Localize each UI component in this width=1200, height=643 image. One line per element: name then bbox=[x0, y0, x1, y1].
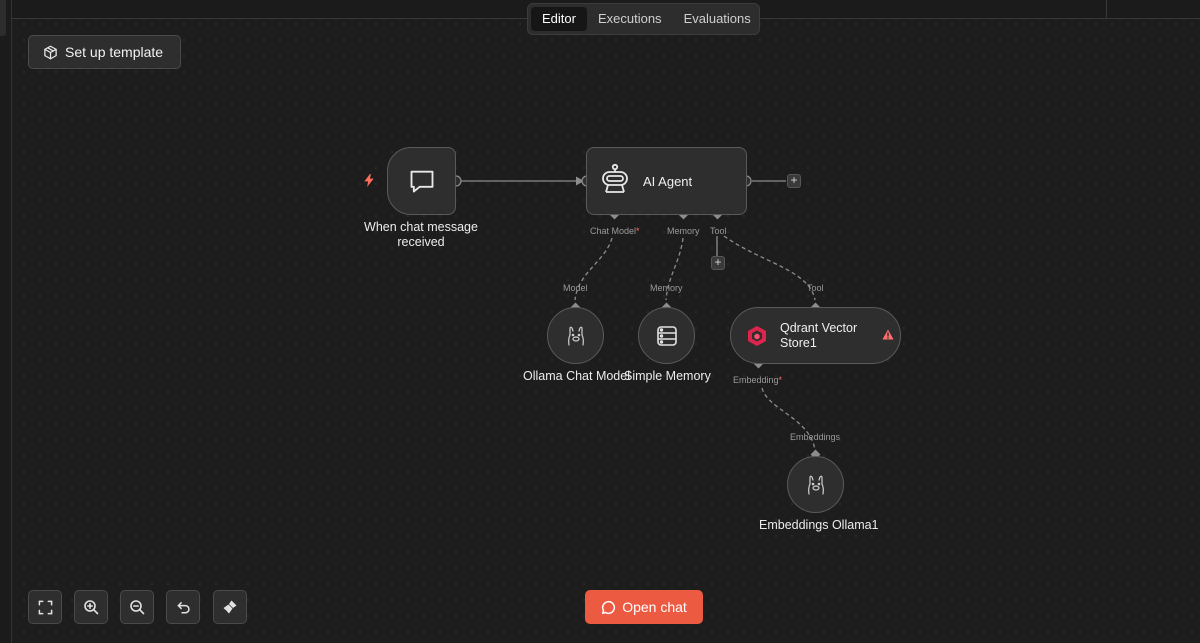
tidy-up-button[interactable] bbox=[213, 590, 247, 624]
embedding-text: Embedding bbox=[733, 375, 779, 385]
node-ollama-chat-model[interactable] bbox=[547, 307, 604, 364]
qdrant-icon bbox=[748, 326, 766, 346]
node-qdrant-vector-store[interactable]: Qdrant Vector Store1 bbox=[730, 307, 901, 364]
chat-bubble-icon bbox=[410, 170, 433, 193]
ollama-icon bbox=[567, 326, 584, 346]
simple-memory-label: Simple Memory bbox=[624, 369, 711, 383]
ollama-model-port-label: Model bbox=[563, 283, 588, 293]
chat-model-text: Chat Model bbox=[590, 226, 637, 236]
qdrant-port-label: Tool bbox=[807, 283, 824, 293]
embeddings-port-label: Embeddings bbox=[790, 432, 841, 442]
chat-trigger-label: When chat message received bbox=[341, 220, 501, 250]
open-chat-button[interactable]: Open chat bbox=[585, 590, 703, 624]
chat-icon bbox=[602, 600, 616, 614]
node-simple-memory[interactable] bbox=[638, 307, 695, 364]
open-chat-label: Open chat bbox=[622, 599, 687, 615]
tool-connection bbox=[723, 235, 816, 301]
agent-port-memory-label: Memory bbox=[667, 226, 700, 236]
zoom-out-icon bbox=[130, 600, 145, 615]
chat-trigger-label-line1: When chat message bbox=[364, 220, 478, 234]
bolt-icon bbox=[364, 174, 374, 187]
zoom-in-button[interactable] bbox=[74, 590, 108, 624]
warning-icon[interactable] bbox=[882, 329, 894, 340]
zoom-in-icon bbox=[84, 600, 99, 615]
qdrant-label: Qdrant Vector Store1 bbox=[780, 321, 857, 351]
node-chat-trigger[interactable] bbox=[387, 147, 456, 215]
agent-port-tool-label: Tool bbox=[710, 226, 727, 236]
ollama-icon bbox=[807, 475, 824, 495]
fit-view-icon bbox=[38, 600, 52, 614]
qdrant-label-line1: Qdrant Vector bbox=[780, 321, 858, 335]
chat-trigger-label-line2: received bbox=[397, 235, 445, 249]
chat-model-required-mark: * bbox=[636, 226, 640, 236]
node-embeddings-ollama[interactable] bbox=[787, 456, 844, 513]
add-output-node-button[interactable]: + bbox=[787, 174, 801, 188]
undo-button[interactable] bbox=[166, 590, 200, 624]
fit-view-button[interactable] bbox=[28, 590, 62, 624]
node-ai-agent[interactable]: AI Agent bbox=[586, 147, 747, 215]
ai-agent-label: AI Agent bbox=[643, 174, 693, 189]
undo-icon bbox=[177, 601, 190, 613]
add-tool-button[interactable]: + bbox=[711, 256, 725, 270]
ollama-chat-model-label: Ollama Chat Model bbox=[523, 369, 630, 383]
qdrant-embedding-port-label: Embedding* bbox=[733, 375, 782, 385]
robot-icon bbox=[602, 163, 628, 193]
broom-icon bbox=[223, 600, 237, 614]
zoom-out-button[interactable] bbox=[120, 590, 154, 624]
memory-port-label: Memory bbox=[650, 283, 683, 293]
agent-port-chat-model-label: Chat Model* bbox=[590, 226, 640, 236]
database-icon bbox=[656, 325, 677, 346]
embedding-required-mark: * bbox=[778, 375, 783, 385]
embeddings-ollama-label: Embeddings Ollama1 bbox=[759, 518, 879, 532]
qdrant-label-line2: Store1 bbox=[780, 336, 817, 350]
